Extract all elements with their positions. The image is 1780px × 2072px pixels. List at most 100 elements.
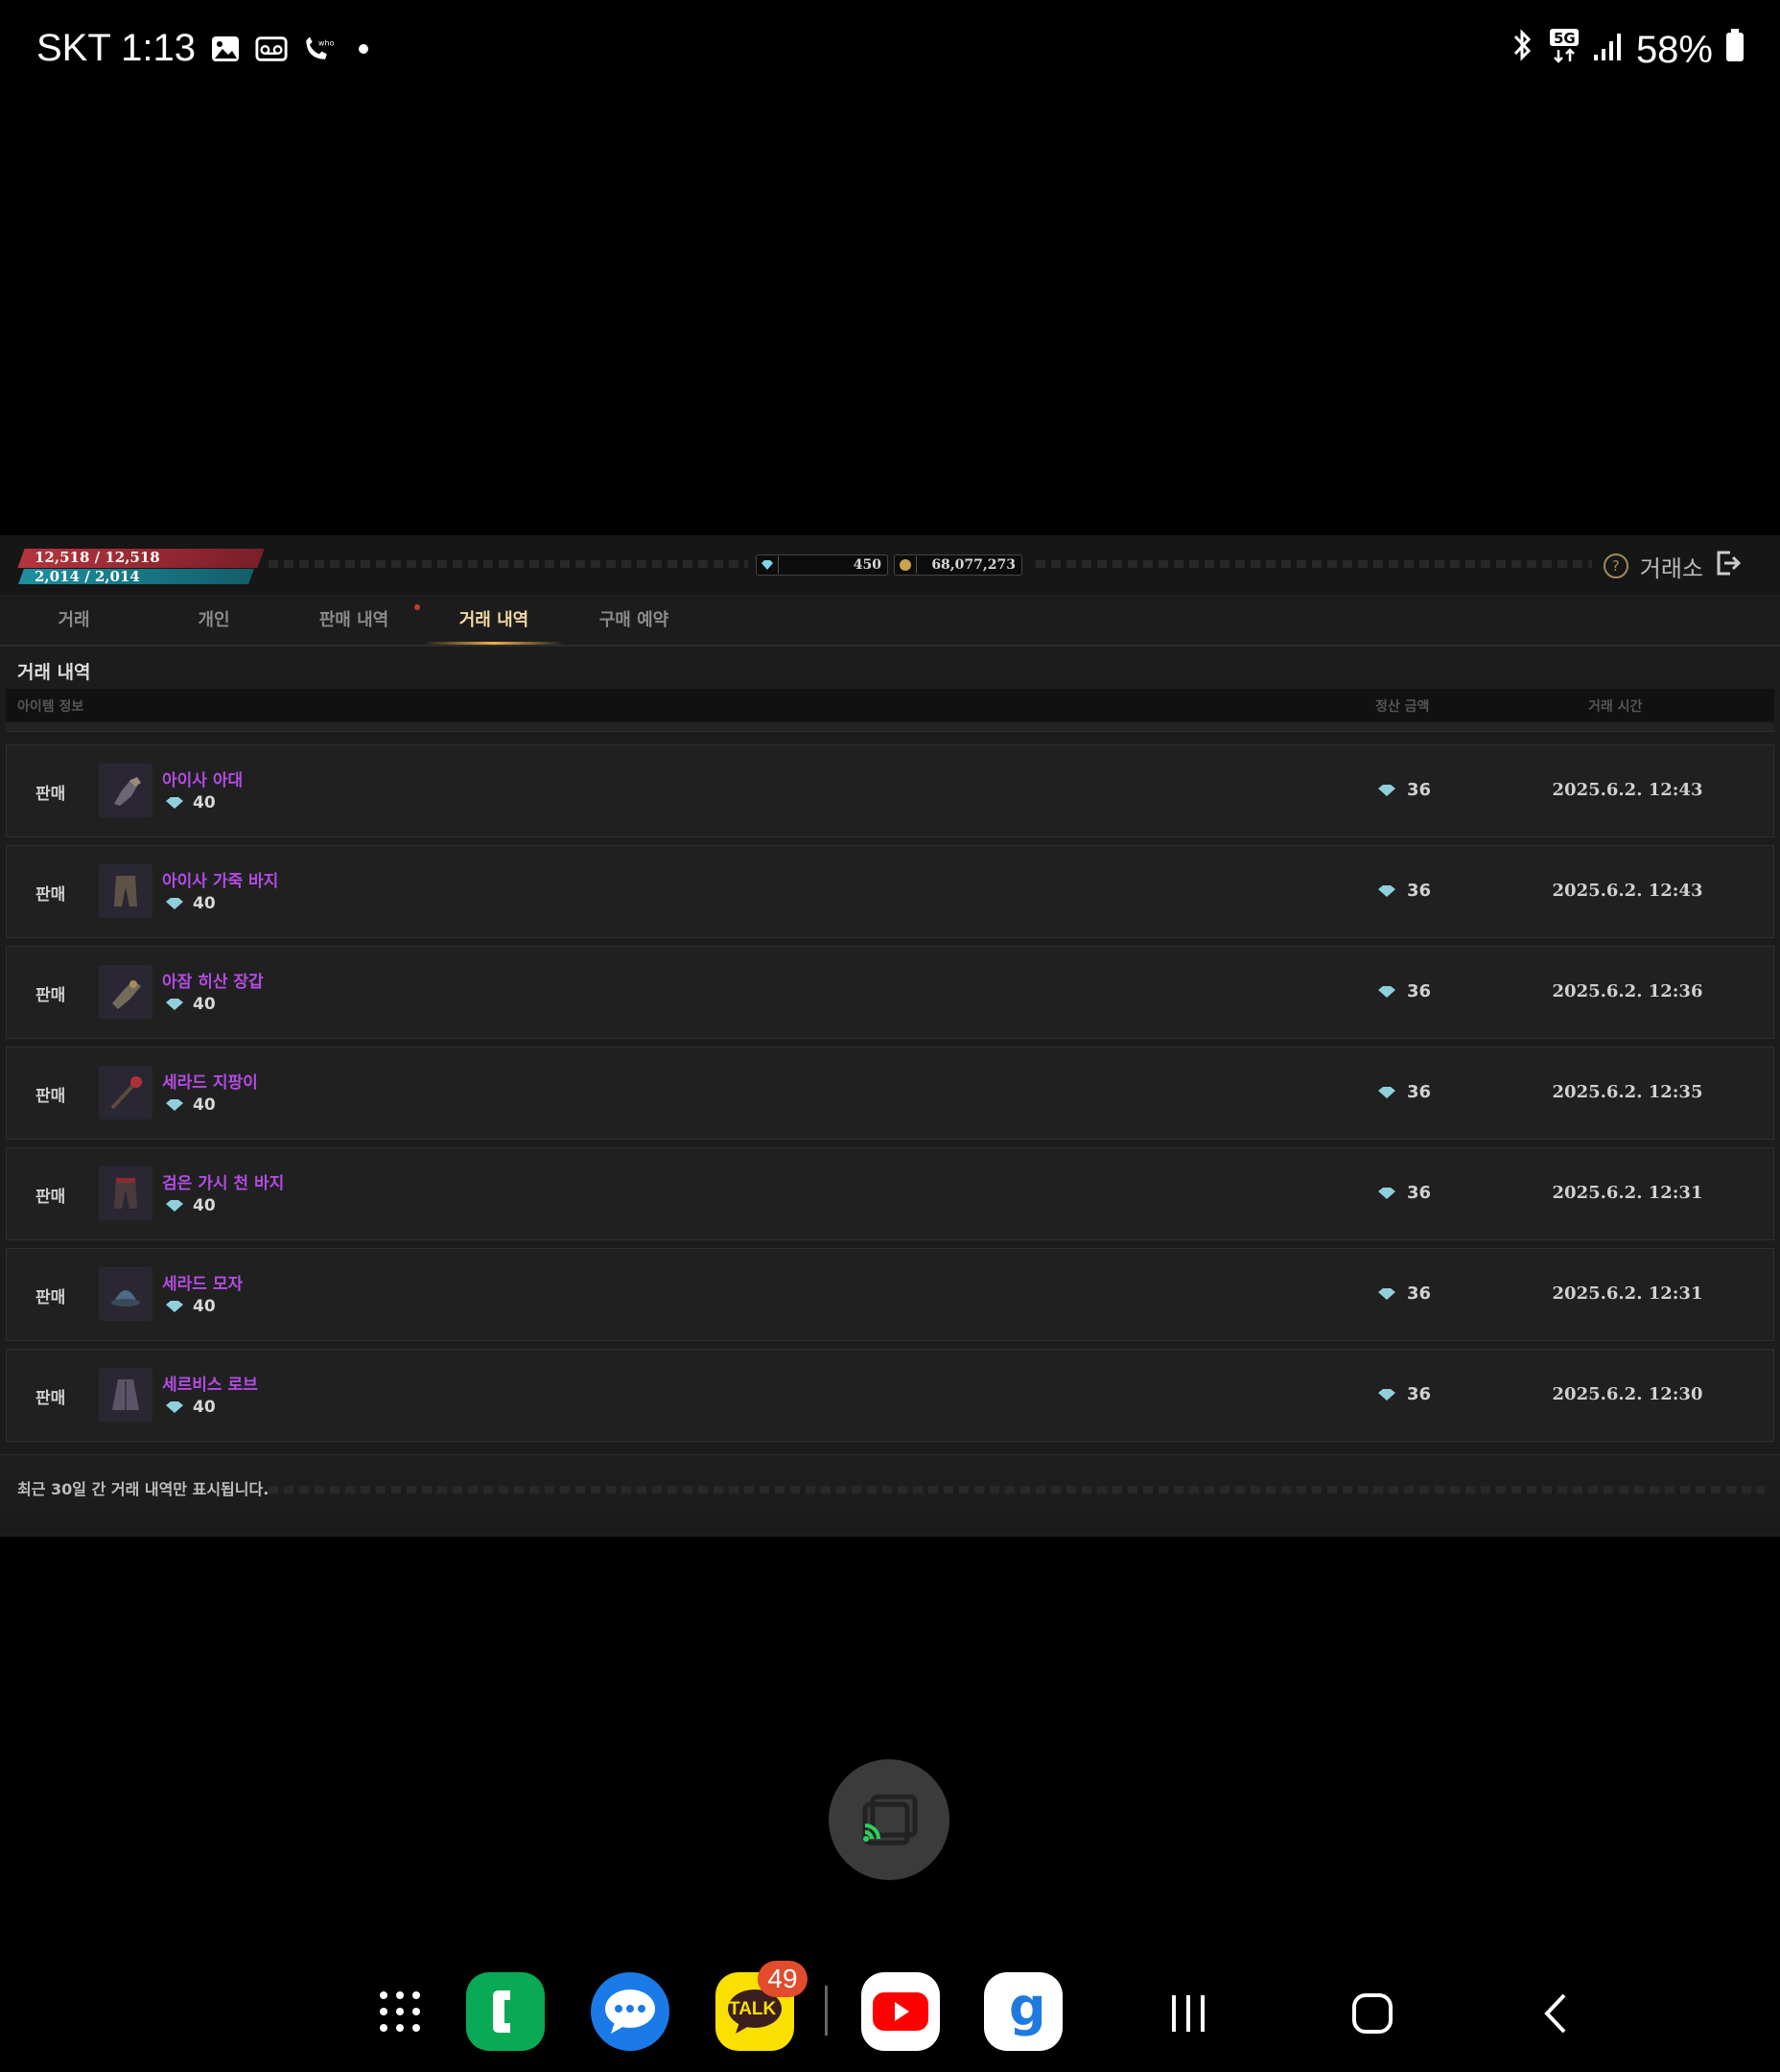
- item-price-value: 40: [193, 894, 216, 913]
- item-name: 세라드 지팡이: [162, 1073, 258, 1093]
- settle-value: 36: [1407, 1283, 1432, 1304]
- diamond-icon: [1378, 884, 1395, 897]
- trade-time: 2025.6.2. 12:31: [1552, 1183, 1703, 1203]
- exit-icon[interactable]: [1715, 549, 1742, 583]
- diamond-icon: [1378, 1187, 1395, 1199]
- settle-value: 36: [1407, 1384, 1432, 1404]
- svg-text:g: g: [1009, 1983, 1046, 2037]
- table-divider: [6, 723, 1774, 732]
- item-price: 40: [164, 894, 216, 913]
- help-icon[interactable]: ?: [1603, 553, 1628, 578]
- notification-dot: [414, 604, 420, 610]
- row-type: 판매: [35, 1188, 66, 1207]
- screen-cast-button[interactable]: [829, 1759, 949, 1880]
- item-price: 40: [164, 1095, 216, 1115]
- diamond-icon: [1378, 985, 1395, 998]
- trade-time: 2025.6.2. 12:35: [1552, 1082, 1703, 1102]
- kakaotalk-app[interactable]: TALK 49: [715, 1961, 808, 2051]
- gallery-icon: [209, 35, 242, 63]
- item-price-value: 40: [193, 1196, 216, 1215]
- carrier-time: SKT 1:13: [36, 27, 197, 69]
- voicemail-icon: [255, 35, 288, 63]
- tab-sales-history[interactable]: 판매 내역: [284, 595, 424, 643]
- table-row[interactable]: 판매 검은 가시 천 바지 40 36 2025.6.2. 12:31: [6, 1147, 1774, 1240]
- pants-item-icon: [99, 864, 152, 918]
- exchange-title-area: ? 거래소: [1603, 549, 1742, 583]
- diamond-icon: [1378, 1086, 1395, 1098]
- trade-time: 2025.6.2. 12:43: [1552, 780, 1703, 800]
- table-row[interactable]: 판매 세라드 모자 40 36 2025.6.2. 12:31: [6, 1248, 1774, 1341]
- settle-value: 36: [1407, 1082, 1432, 1102]
- tab-trade[interactable]: 거래: [4, 595, 144, 643]
- settle-amount: 36: [1376, 981, 1431, 1001]
- signal-icon: [1592, 29, 1625, 72]
- diamond-balance: 450: [756, 554, 888, 576]
- diamond-icon: [166, 1200, 183, 1212]
- taskbar: TALK 49 g: [0, 1961, 1780, 2059]
- notification-badge: 49: [758, 1961, 808, 1997]
- gold-balance: 68,077,273: [894, 554, 1022, 576]
- status-right: 5G 58%: [1508, 27, 1745, 73]
- table-row[interactable]: 판매 아이사 가죽 바지 40 36 2025.6.2. 12:43: [6, 845, 1774, 938]
- trade-time: 2025.6.2. 12:36: [1552, 981, 1703, 1001]
- gold-value: 68,077,273: [931, 557, 1016, 573]
- mp-text: 2,014 / 2,014: [35, 568, 140, 585]
- row-type: 판매: [35, 1389, 66, 1408]
- tab-personal[interactable]: 개인: [144, 595, 284, 643]
- game-topbar: 12,518 / 12,518 2,014 / 2,014 450 68,077…: [0, 535, 1780, 596]
- kakaotalk-label: TALK: [729, 1999, 777, 2019]
- home-button[interactable]: [1339, 1980, 1406, 2047]
- trade-time: 2025.6.2. 12:43: [1552, 881, 1703, 901]
- diamond-icon: [1378, 1388, 1395, 1401]
- game-screen: 12,518 / 12,518 2,014 / 2,014 450 68,077…: [0, 535, 1780, 1537]
- app-drawer-button[interactable]: [361, 1972, 439, 2051]
- tab-bar: 거래 개인 판매 내역 거래 내역 구매 예약: [0, 595, 1780, 647]
- item-price: 40: [164, 1398, 216, 1417]
- tab-trade-history[interactable]: 거래 내역: [424, 595, 564, 645]
- settle-amount: 36: [1376, 1384, 1431, 1404]
- cast-icon: [862, 1794, 918, 1846]
- section-title: 거래 내역: [17, 662, 91, 683]
- youtube-app[interactable]: [861, 1972, 940, 2051]
- item-name: 세르비스 로브: [162, 1376, 258, 1395]
- settle-amount: 36: [1376, 1082, 1431, 1102]
- cloth-pants-item-icon: [99, 1166, 152, 1220]
- bluetooth-icon: [1508, 28, 1536, 72]
- table-row[interactable]: 판매 세르비스 로브 40 36 2025.6.2. 12:30: [6, 1349, 1774, 1442]
- item-name: 검은 가시 천 바지: [162, 1174, 285, 1193]
- table-row[interactable]: 판매 아잠 히산 장갑 40 36 2025.6.2. 12:36: [6, 946, 1774, 1039]
- gloves-item-icon: [99, 764, 152, 817]
- back-button[interactable]: [1523, 1980, 1590, 2047]
- table-row[interactable]: 판매 세라드 지팡이 40 36 2025.6.2. 12:35: [6, 1047, 1774, 1140]
- row-type: 판매: [35, 986, 66, 1005]
- dock-divider: [825, 1986, 828, 2036]
- settle-amount: 36: [1376, 780, 1431, 800]
- tab-purchase-reservation[interactable]: 구매 예약: [564, 595, 704, 643]
- table-row[interactable]: 판매 아이사 아대 40 36 2025.6.2. 12:43: [6, 744, 1774, 837]
- battery-text: 58%: [1635, 28, 1713, 71]
- recent-apps-button[interactable]: [1155, 1980, 1222, 2047]
- g-app[interactable]: g: [984, 1972, 1063, 2051]
- exchange-title: 거래소: [1639, 554, 1703, 582]
- settle-amount: 36: [1376, 881, 1431, 901]
- chain-decoration: [269, 560, 748, 568]
- item-price-value: 40: [193, 1398, 216, 1417]
- item-price: 40: [164, 1297, 216, 1316]
- hat-item-icon: [99, 1267, 152, 1321]
- gauntlet-item-icon: [99, 965, 152, 1019]
- robe-item-icon: [99, 1368, 152, 1422]
- settle-value: 36: [1407, 780, 1432, 800]
- diamond-icon: [166, 898, 183, 909]
- item-price-value: 40: [193, 1095, 216, 1115]
- phone-app[interactable]: [466, 1972, 545, 2051]
- column-item: 아이템 정보: [17, 699, 84, 715]
- svg-text:5G: 5G: [1554, 30, 1576, 47]
- diamond-icon: [757, 556, 779, 574]
- g-icon: g: [1009, 1983, 1046, 2037]
- messages-app[interactable]: [591, 1972, 669, 2051]
- settle-value: 36: [1407, 881, 1432, 901]
- settle-value: 36: [1407, 1183, 1432, 1203]
- column-time: 거래 시간: [1588, 699, 1643, 715]
- row-type: 판매: [35, 1288, 66, 1307]
- back-icon: [1544, 1993, 1566, 2034]
